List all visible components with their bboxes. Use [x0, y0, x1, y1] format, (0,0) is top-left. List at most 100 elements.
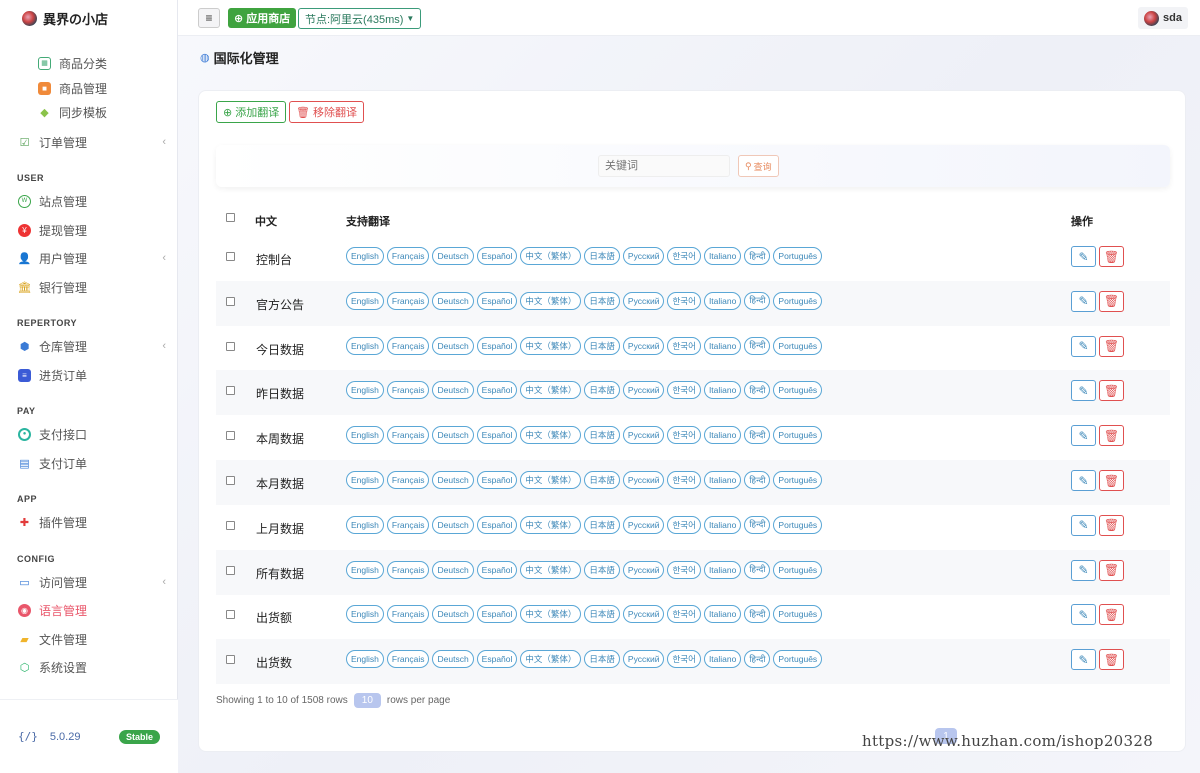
- row-checkbox[interactable]: [226, 520, 235, 530]
- remove-translation-button[interactable]: 🗑 移除翻译: [289, 101, 364, 123]
- language-tag[interactable]: Français: [386, 291, 430, 310]
- language-tag[interactable]: 한국어: [667, 426, 701, 445]
- language-tag[interactable]: Português: [773, 336, 823, 355]
- delete-button[interactable]: 🗑: [1099, 335, 1124, 357]
- language-tag[interactable]: Español: [476, 247, 518, 265]
- select-all-checkbox[interactable]: [226, 213, 235, 222]
- sidebar-item-plugins[interactable]: ✚ 插件管理: [0, 509, 178, 535]
- language-tag[interactable]: 日本語: [584, 560, 620, 579]
- language-tag[interactable]: Français: [386, 381, 430, 400]
- language-tag[interactable]: Português: [773, 605, 823, 624]
- edit-button[interactable]: ✎: [1071, 649, 1096, 671]
- language-tag[interactable]: 日本語: [584, 291, 620, 310]
- language-tag[interactable]: 한국어: [667, 336, 701, 355]
- user-menu[interactable]: sda: [1138, 7, 1188, 29]
- language-tag[interactable]: 한국어: [667, 605, 701, 624]
- sidebar-item-language[interactable]: ◉ 语言管理: [0, 597, 178, 623]
- language-tag[interactable]: Русский: [622, 560, 665, 579]
- delete-button[interactable]: 🗑: [1099, 425, 1124, 447]
- language-tag[interactable]: English: [346, 650, 384, 669]
- language-tag[interactable]: Italiano: [703, 650, 742, 669]
- edit-button[interactable]: ✎: [1071, 335, 1096, 357]
- language-tag[interactable]: Español: [476, 650, 518, 669]
- brand[interactable]: 異界の小店: [0, 0, 177, 36]
- language-tag[interactable]: Русский: [622, 291, 665, 310]
- sidebar-item-users[interactable]: 👤 用户管理 ‹: [0, 245, 178, 271]
- language-tag[interactable]: English: [346, 291, 384, 310]
- row-checkbox[interactable]: [226, 431, 235, 441]
- sidebar-item-purchase[interactable]: ≡ 进货订单: [0, 362, 178, 388]
- language-tag[interactable]: 中文（繁体）: [520, 336, 582, 355]
- language-tag[interactable]: Français: [386, 605, 430, 624]
- language-tag[interactable]: 日本語: [584, 426, 620, 445]
- language-tag[interactable]: Português: [773, 515, 823, 534]
- language-tag[interactable]: 日本語: [584, 515, 620, 534]
- edit-button[interactable]: ✎: [1071, 380, 1096, 402]
- language-tag[interactable]: Português: [773, 471, 823, 489]
- language-tag[interactable]: हिन्दी: [744, 560, 771, 579]
- language-tag[interactable]: Deutsch: [432, 560, 474, 579]
- edit-button[interactable]: ✎: [1071, 470, 1096, 491]
- language-tag[interactable]: Deutsch: [432, 605, 474, 624]
- search-button[interactable]: ⚲ 查询: [738, 155, 779, 177]
- delete-button[interactable]: 🗑: [1099, 290, 1124, 312]
- delete-button[interactable]: 🗑: [1099, 514, 1124, 536]
- language-tag[interactable]: English: [346, 336, 384, 355]
- language-tag[interactable]: Русский: [622, 381, 665, 400]
- sidebar-item-sync-template[interactable]: ◆ 同步模板: [0, 99, 178, 125]
- sidebar-item-sites[interactable]: W 站点管理: [0, 188, 178, 214]
- language-tag[interactable]: Español: [476, 381, 518, 400]
- language-tag[interactable]: Italiano: [703, 247, 742, 265]
- language-tag[interactable]: Русский: [622, 515, 665, 534]
- language-tag[interactable]: Español: [476, 605, 518, 624]
- language-tag[interactable]: Русский: [622, 471, 665, 489]
- keyword-input[interactable]: [598, 155, 730, 177]
- language-tag[interactable]: 日本語: [584, 381, 620, 400]
- language-tag[interactable]: हिन्दी: [744, 381, 771, 400]
- language-tag[interactable]: Deutsch: [432, 471, 474, 489]
- language-tag[interactable]: English: [346, 247, 384, 265]
- language-tag[interactable]: Italiano: [703, 381, 742, 400]
- language-tag[interactable]: Deutsch: [432, 381, 474, 400]
- row-checkbox[interactable]: [226, 252, 235, 261]
- edit-button[interactable]: ✎: [1071, 514, 1096, 536]
- language-tag[interactable]: 中文（繁体）: [520, 381, 582, 400]
- per-page-select[interactable]: 10: [353, 693, 381, 708]
- row-checkbox[interactable]: [226, 610, 235, 620]
- edit-button[interactable]: ✎: [1071, 290, 1096, 312]
- language-tag[interactable]: 中文（繁体）: [520, 471, 582, 489]
- language-tag[interactable]: Français: [386, 426, 430, 445]
- language-tag[interactable]: Español: [476, 336, 518, 355]
- language-tag[interactable]: 한국어: [667, 247, 701, 265]
- language-tag[interactable]: Español: [476, 515, 518, 534]
- language-tag[interactable]: Italiano: [703, 515, 742, 534]
- app-store-button[interactable]: ⊕ 应用商店: [228, 8, 297, 28]
- language-tag[interactable]: Français: [386, 515, 430, 534]
- language-tag[interactable]: हिन्दी: [744, 426, 771, 445]
- row-checkbox[interactable]: [226, 655, 235, 665]
- language-tag[interactable]: Italiano: [703, 426, 742, 445]
- language-tag[interactable]: Русский: [622, 426, 665, 445]
- language-tag[interactable]: Português: [773, 291, 823, 310]
- language-tag[interactable]: Deutsch: [432, 515, 474, 534]
- language-tag[interactable]: 中文（繁体）: [520, 426, 582, 445]
- language-tag[interactable]: English: [346, 471, 384, 489]
- language-tag[interactable]: हिन्दी: [744, 247, 771, 265]
- language-tag[interactable]: Deutsch: [432, 247, 474, 265]
- language-tag[interactable]: हिन्दी: [744, 336, 771, 355]
- language-tag[interactable]: 한국어: [667, 515, 701, 534]
- language-tag[interactable]: 中文（繁体）: [520, 291, 582, 310]
- language-tag[interactable]: 日本語: [584, 605, 620, 624]
- language-tag[interactable]: 日本語: [584, 247, 620, 265]
- language-tag[interactable]: 한국어: [667, 291, 701, 310]
- language-tag[interactable]: हिन्दी: [744, 515, 771, 534]
- language-tag[interactable]: Italiano: [703, 336, 742, 355]
- node-select[interactable]: 节点:阿里云(435ms) ▼: [298, 8, 422, 29]
- delete-button[interactable]: 🗑: [1099, 380, 1124, 402]
- language-tag[interactable]: Deutsch: [432, 650, 474, 669]
- delete-button[interactable]: 🗑: [1099, 246, 1124, 267]
- sidebar-item-withdraw[interactable]: ¥ 提现管理: [0, 217, 178, 243]
- language-tag[interactable]: English: [346, 560, 384, 579]
- language-tag[interactable]: Español: [476, 560, 518, 579]
- delete-button[interactable]: 🗑: [1099, 604, 1124, 626]
